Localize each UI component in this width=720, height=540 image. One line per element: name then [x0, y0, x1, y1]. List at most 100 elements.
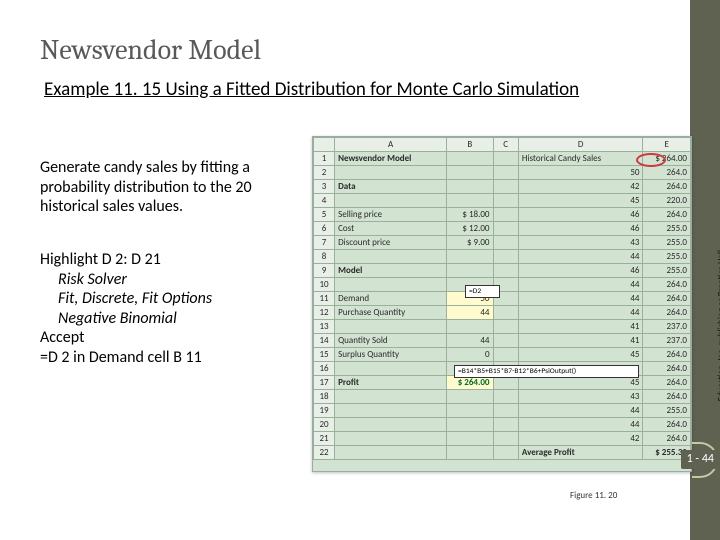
p2-line6: =D 2 in Demand cell B 11	[40, 348, 202, 367]
p2-line4: Negative Binomial	[58, 309, 177, 328]
cell	[335, 418, 447, 432]
cell: 264.0	[643, 166, 691, 180]
row-header: 13	[314, 320, 335, 334]
cell	[493, 194, 518, 208]
cell: 43	[518, 236, 643, 250]
cell: Discount price	[335, 236, 447, 250]
cell	[493, 264, 518, 278]
row-header: 11	[314, 292, 335, 306]
row-header: 7	[314, 236, 335, 250]
col-header: A	[335, 138, 447, 152]
cell: 44	[518, 250, 643, 264]
p2-line1: Highlight D 2: D 21	[40, 250, 161, 269]
cell	[335, 194, 447, 208]
cell	[493, 152, 518, 166]
cell	[447, 264, 493, 278]
cell: 45	[518, 348, 643, 362]
spreadsheet-grid: A B C D E 1Newsvendor ModelHistorical Ca…	[313, 137, 691, 460]
row-header: 17	[314, 376, 335, 390]
row-header: 12	[314, 306, 335, 320]
slide-title: Newsvendor Model	[40, 34, 261, 66]
cell	[447, 432, 493, 446]
copyright-vertical-text: Education, Inc. publishing as Prentice H…	[716, 250, 720, 401]
callout-circle	[636, 153, 666, 167]
cell: 46	[518, 222, 643, 236]
row-header: 2	[314, 166, 335, 180]
row-header: 5	[314, 208, 335, 222]
cell	[447, 404, 493, 418]
cell: Data	[335, 180, 447, 194]
cell: 237.0	[643, 320, 691, 334]
row-header: 14	[314, 334, 335, 348]
row-header: 3	[314, 180, 335, 194]
cell	[447, 446, 493, 460]
cell: 264.0	[643, 348, 691, 362]
cell: 255.0	[643, 264, 691, 278]
cell: 41	[518, 320, 643, 334]
corner-cell	[314, 138, 335, 152]
cell	[493, 222, 518, 236]
spreadsheet-screenshot: A B C D E 1Newsvendor ModelHistorical Ca…	[312, 136, 692, 472]
body-para-2: Highlight D 2: D 21 Risk Solver Fit, Dis…	[40, 250, 310, 367]
row-header: 18	[314, 390, 335, 404]
cell: 264.0	[643, 208, 691, 222]
slide-subtitle: Example 11. 15 Using a Fitted Distributi…	[44, 78, 579, 101]
cell: Average Profit	[518, 446, 643, 460]
cell	[447, 180, 493, 194]
cell	[493, 180, 518, 194]
formula-callout-profit: =B14*B5+B15*B7-B12*B6+PsiOutput()	[454, 365, 639, 378]
cell	[447, 320, 493, 334]
cell: 255.0	[643, 236, 691, 250]
col-header: C	[493, 138, 518, 152]
cell: 255.0	[643, 222, 691, 236]
cell	[493, 432, 518, 446]
cell: 237.0	[643, 334, 691, 348]
cell: Demand	[335, 292, 447, 306]
cell: 44	[518, 404, 643, 418]
cell	[335, 390, 447, 404]
row-header: 21	[314, 432, 335, 446]
cell	[447, 250, 493, 264]
row-header: 9	[314, 264, 335, 278]
cell	[447, 418, 493, 432]
cell	[493, 236, 518, 250]
cell: 264.0	[643, 292, 691, 306]
cell: 44	[518, 292, 643, 306]
p2-line3: Fit, Discrete, Fit Options	[58, 289, 212, 308]
cell: Quantity Sold	[335, 334, 447, 348]
cell: 45	[518, 194, 643, 208]
row-header: 19	[314, 404, 335, 418]
row-header: 1	[314, 152, 335, 166]
cell: 44	[447, 306, 493, 320]
cell	[335, 362, 447, 376]
cell	[335, 446, 447, 460]
cell	[335, 404, 447, 418]
cell	[493, 390, 518, 404]
cell	[493, 348, 518, 362]
cell: 255.0	[643, 250, 691, 264]
cell: 46	[518, 208, 643, 222]
row-header: 6	[314, 222, 335, 236]
cell: 44	[518, 306, 643, 320]
row-header: 4	[314, 194, 335, 208]
cell: Surplus Quantity	[335, 348, 447, 362]
cell	[493, 306, 518, 320]
cell: 264.0	[643, 376, 691, 390]
cell: 41	[518, 334, 643, 348]
cell	[447, 152, 493, 166]
cell: 264.0	[643, 418, 691, 432]
body-para-1: Generate candy sales by fitting a probab…	[40, 158, 310, 217]
row-header: 22	[314, 446, 335, 460]
row-header: 16	[314, 362, 335, 376]
cell: 42	[518, 180, 643, 194]
cell: 44	[518, 418, 643, 432]
cell: Selling price	[335, 208, 447, 222]
cell: Profit	[335, 376, 447, 390]
cell: 264.0	[643, 278, 691, 292]
figure-caption: Figure 11. 20	[570, 490, 617, 501]
cell: 264.0	[643, 390, 691, 404]
cell	[335, 278, 447, 292]
cell	[493, 446, 518, 460]
cell	[493, 334, 518, 348]
cell	[493, 250, 518, 264]
